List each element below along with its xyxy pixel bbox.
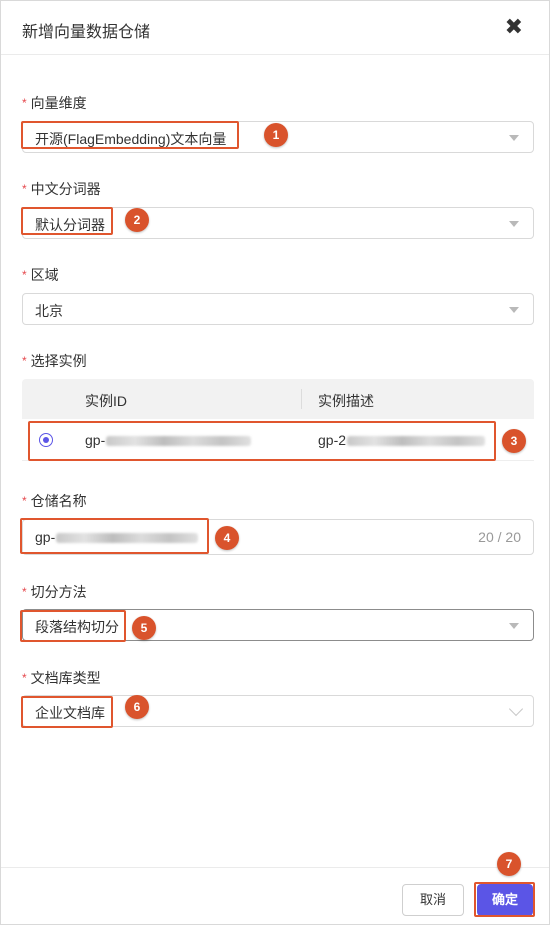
- doc-type-label: * 文档库类型: [22, 670, 101, 686]
- confirm-button[interactable]: 确定: [477, 884, 533, 916]
- char-counter: 20 / 20: [478, 529, 521, 545]
- split-method-select[interactable]: 段落结构切分: [22, 609, 534, 641]
- dialog-header: 新增向量数据仓储 ✖: [1, 1, 549, 55]
- required-mark: *: [22, 354, 27, 368]
- required-mark: *: [22, 96, 27, 110]
- doc-type-value: 企业文档库: [35, 705, 105, 721]
- caret-down-icon: [509, 307, 519, 313]
- close-icon[interactable]: ✖: [505, 15, 523, 39]
- dialog: 新增向量数据仓储 ✖ * 向量维度 开源(FlagEmbedding)文本向量 1…: [0, 0, 550, 925]
- split-method-label: * 切分方法: [22, 584, 87, 600]
- caret-down-icon: [509, 623, 519, 629]
- required-mark: *: [22, 182, 27, 196]
- region-label: * 区域: [22, 267, 59, 283]
- column-divider: [301, 389, 302, 409]
- instance-radio[interactable]: [39, 433, 53, 447]
- repo-name-label: * 仓储名称: [22, 493, 87, 509]
- required-mark: *: [22, 494, 27, 508]
- dialog-footer: 取消 确定: [1, 867, 549, 925]
- caret-down-icon: [509, 221, 519, 227]
- vector-dim-value: 开源(FlagEmbedding)文本向量: [35, 131, 227, 147]
- instance-label: * 选择实例: [22, 353, 87, 369]
- step-badge: 5: [132, 616, 156, 640]
- required-mark: *: [22, 585, 27, 599]
- doc-type-select[interactable]: 企业文档库: [22, 695, 534, 727]
- dialog-title: 新增向量数据仓储: [22, 24, 151, 41]
- redacted-text: [106, 436, 252, 447]
- cancel-button[interactable]: 取消: [402, 884, 464, 916]
- split-method-value: 段落结构切分: [35, 619, 119, 635]
- table-row[interactable]: gp- gp-2: [22, 419, 534, 461]
- table-header: 实例ID 实例描述: [22, 379, 534, 419]
- required-mark: *: [22, 268, 27, 282]
- step-badge: 2: [125, 208, 149, 232]
- repo-name-input[interactable]: gp- 20 / 20: [22, 519, 534, 555]
- step-badge: 6: [125, 695, 149, 719]
- tokenizer-label: * 中文分词器: [22, 181, 101, 197]
- instance-desc-cell: gp-2: [318, 432, 486, 448]
- region-value: 北京: [35, 303, 63, 319]
- redacted-text: [347, 436, 486, 447]
- redacted-text: [56, 533, 199, 544]
- column-header-id: 实例ID: [85, 393, 127, 409]
- region-select[interactable]: 北京: [22, 293, 534, 325]
- tokenizer-select[interactable]: 默认分词器: [22, 207, 534, 239]
- caret-down-icon: [509, 135, 519, 141]
- step-badge: 7: [497, 852, 521, 876]
- vector-dim-label: * 向量维度: [22, 95, 87, 111]
- required-mark: *: [22, 671, 27, 685]
- step-badge: 3: [502, 429, 526, 453]
- repo-name-value: gp-: [35, 529, 199, 545]
- chevron-down-icon: [508, 701, 524, 717]
- step-badge: 1: [264, 123, 288, 147]
- tokenizer-value: 默认分词器: [35, 217, 105, 233]
- instance-id-cell: gp-: [85, 432, 252, 448]
- column-header-desc: 实例描述: [318, 393, 374, 409]
- step-badge: 4: [215, 526, 239, 550]
